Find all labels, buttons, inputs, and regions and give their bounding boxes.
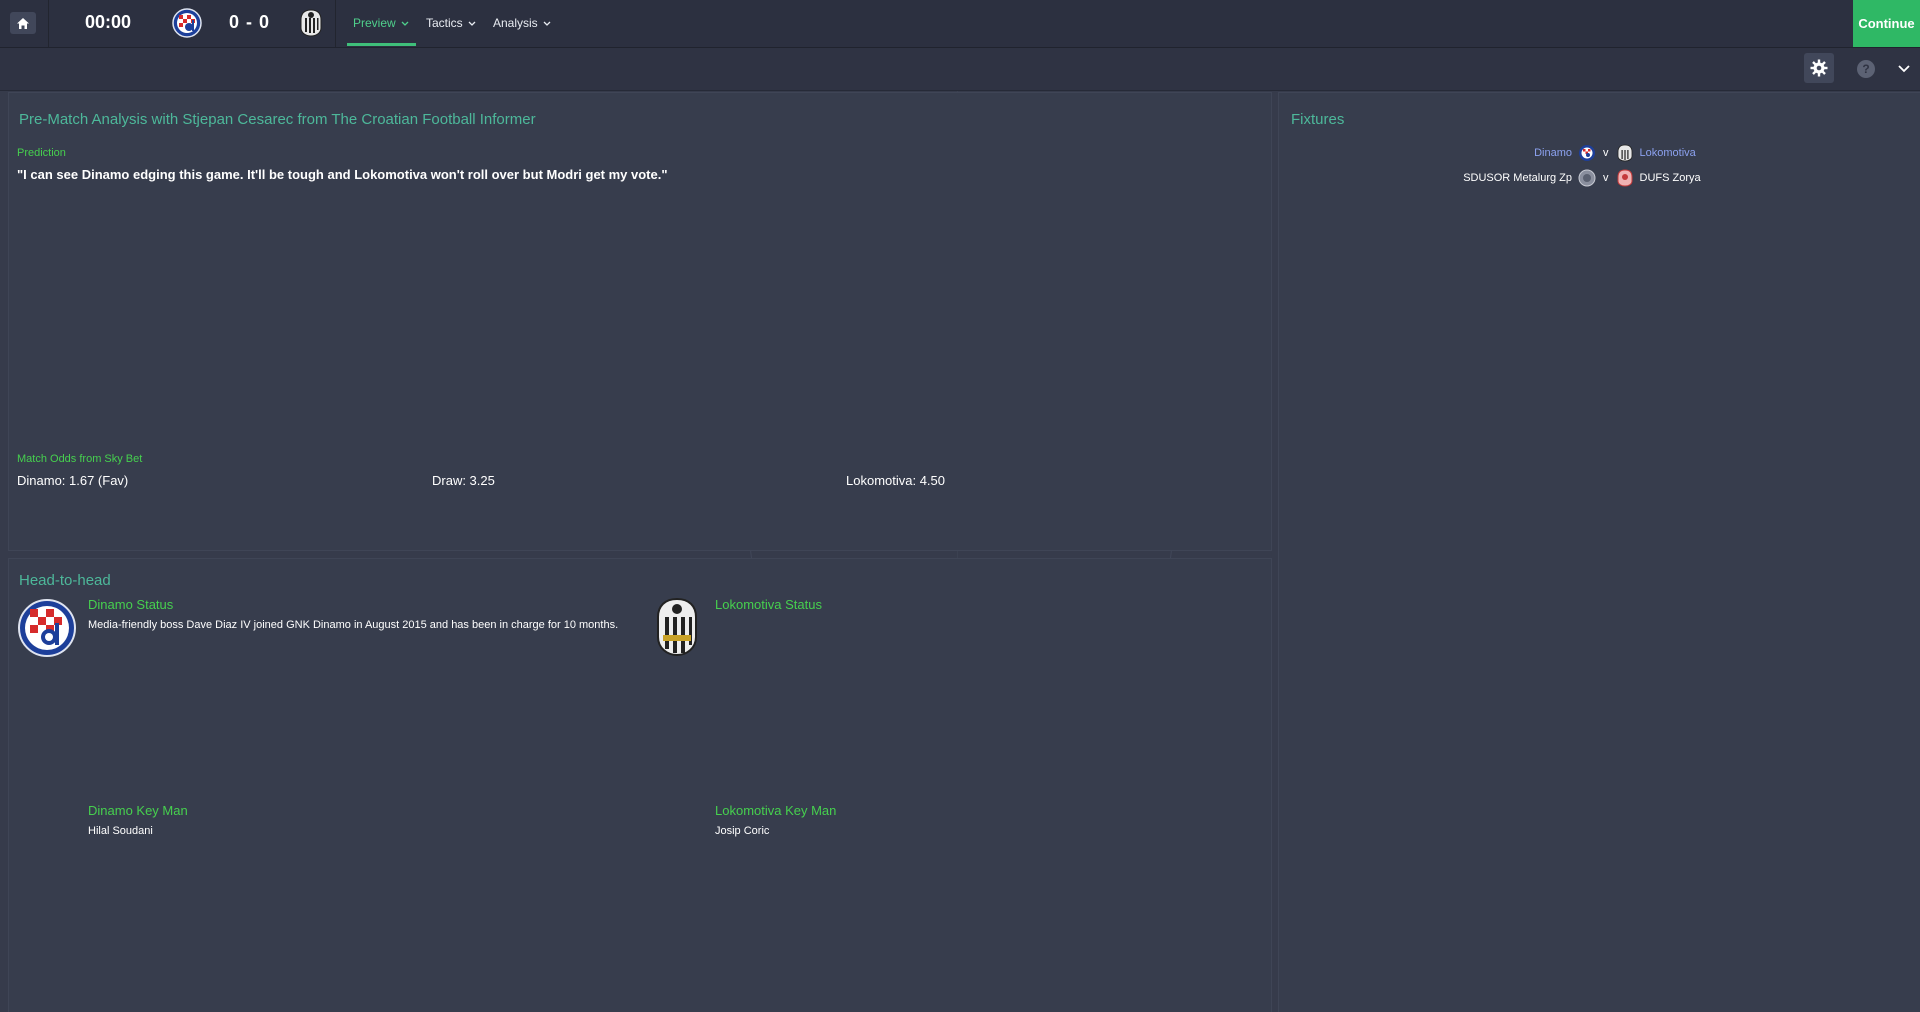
away-key-man-title: Lokomotiva Key Man: [715, 803, 837, 818]
pre-match-analysis-panel: Pre-Match Analysis with Stjepan Cesarec …: [8, 92, 1272, 551]
fixture-row: SDUSOR Metalurg Zp v DUFS Zorya: [1399, 169, 1839, 187]
match-score: 0 - 0: [229, 12, 271, 32]
home-button[interactable]: [10, 12, 36, 34]
home-status-title: Dinamo Status: [88, 597, 174, 612]
tab-analysis[interactable]: Analysis: [493, 16, 551, 30]
tab-preview-label: Preview: [353, 16, 396, 30]
divider: [335, 0, 336, 47]
tab-preview[interactable]: Preview: [353, 16, 409, 30]
fixture-versus: v: [1603, 147, 1609, 159]
fixture-row: Dinamo v Lokomotiva: [1399, 144, 1839, 162]
analysis-title: Pre-Match Analysis with Stjepan Cesarec …: [19, 111, 536, 128]
divider: [48, 0, 49, 47]
top-bar: 00:00 0 - 0 Preview Tactics Analysis Con…: [0, 0, 1920, 48]
continue-button[interactable]: Continue: [1853, 0, 1920, 47]
tab-tactics[interactable]: Tactics: [426, 16, 476, 30]
fixtures-panel: Fixtures Dinamo v Lokomotiva SDUSOR Meta…: [1278, 92, 1920, 1012]
zorya-crest-icon: [1617, 169, 1632, 187]
home-icon: [17, 17, 29, 29]
metalurg-crest-icon: [1578, 169, 1596, 187]
dinamo-crest-icon: [1579, 145, 1595, 161]
prediction-text: "I can see Dinamo edging this game. It'l…: [17, 167, 668, 182]
home-key-man: Hilal Soudani: [88, 825, 153, 837]
match-clock: 00:00: [85, 12, 132, 32]
gear-icon: [1810, 59, 1828, 77]
fixture-away-team[interactable]: Lokomotiva: [1640, 147, 1696, 159]
chevron-down-icon: [401, 21, 409, 26]
head-to-head-panel: Head-to-head Dinamo Status Media-friendl…: [8, 558, 1272, 1012]
head-to-head-title: Head-to-head: [19, 572, 111, 589]
chevron-down-icon[interactable]: [1897, 62, 1911, 76]
fixture-home-team[interactable]: Dinamo: [1399, 147, 1572, 159]
dinamo-crest-icon: [172, 8, 202, 38]
fixture-home-team[interactable]: SDUSOR Metalurg Zp: [1399, 172, 1572, 184]
dinamo-crest-icon: [18, 599, 76, 657]
sub-toolbar: ?: [0, 48, 1920, 91]
lokomotiva-crest-icon: [657, 597, 697, 657]
settings-button[interactable]: [1804, 53, 1834, 83]
odds-label: Match Odds from Sky Bet: [17, 453, 143, 465]
fixture-versus: v: [1603, 172, 1609, 184]
away-key-man: Josip Coric: [715, 825, 770, 837]
away-status-title: Lokomotiva Status: [715, 597, 822, 612]
chevron-down-icon: [468, 21, 476, 26]
odds-draw: Draw: 3.25: [432, 473, 495, 488]
lokomotiva-crest-icon: [1617, 144, 1632, 162]
chevron-down-icon: [543, 21, 551, 26]
home-key-man-title: Dinamo Key Man: [88, 803, 188, 818]
fixtures-title: Fixtures: [1291, 111, 1345, 128]
help-icon[interactable]: ?: [1857, 60, 1875, 78]
prediction-label: Prediction: [17, 147, 66, 159]
odds-home: Dinamo: 1.67 (Fav): [17, 473, 129, 488]
home-status-text: Media-friendly boss Dave Diaz IV joined …: [88, 619, 619, 631]
tab-tactics-label: Tactics: [426, 16, 463, 30]
tab-analysis-label: Analysis: [493, 16, 538, 30]
lokomotiva-crest-icon: [300, 9, 322, 37]
active-tab-indicator: [347, 43, 416, 46]
odds-away: Lokomotiva: 4.50: [846, 473, 946, 488]
fixture-away-team[interactable]: DUFS Zorya: [1640, 172, 1701, 184]
